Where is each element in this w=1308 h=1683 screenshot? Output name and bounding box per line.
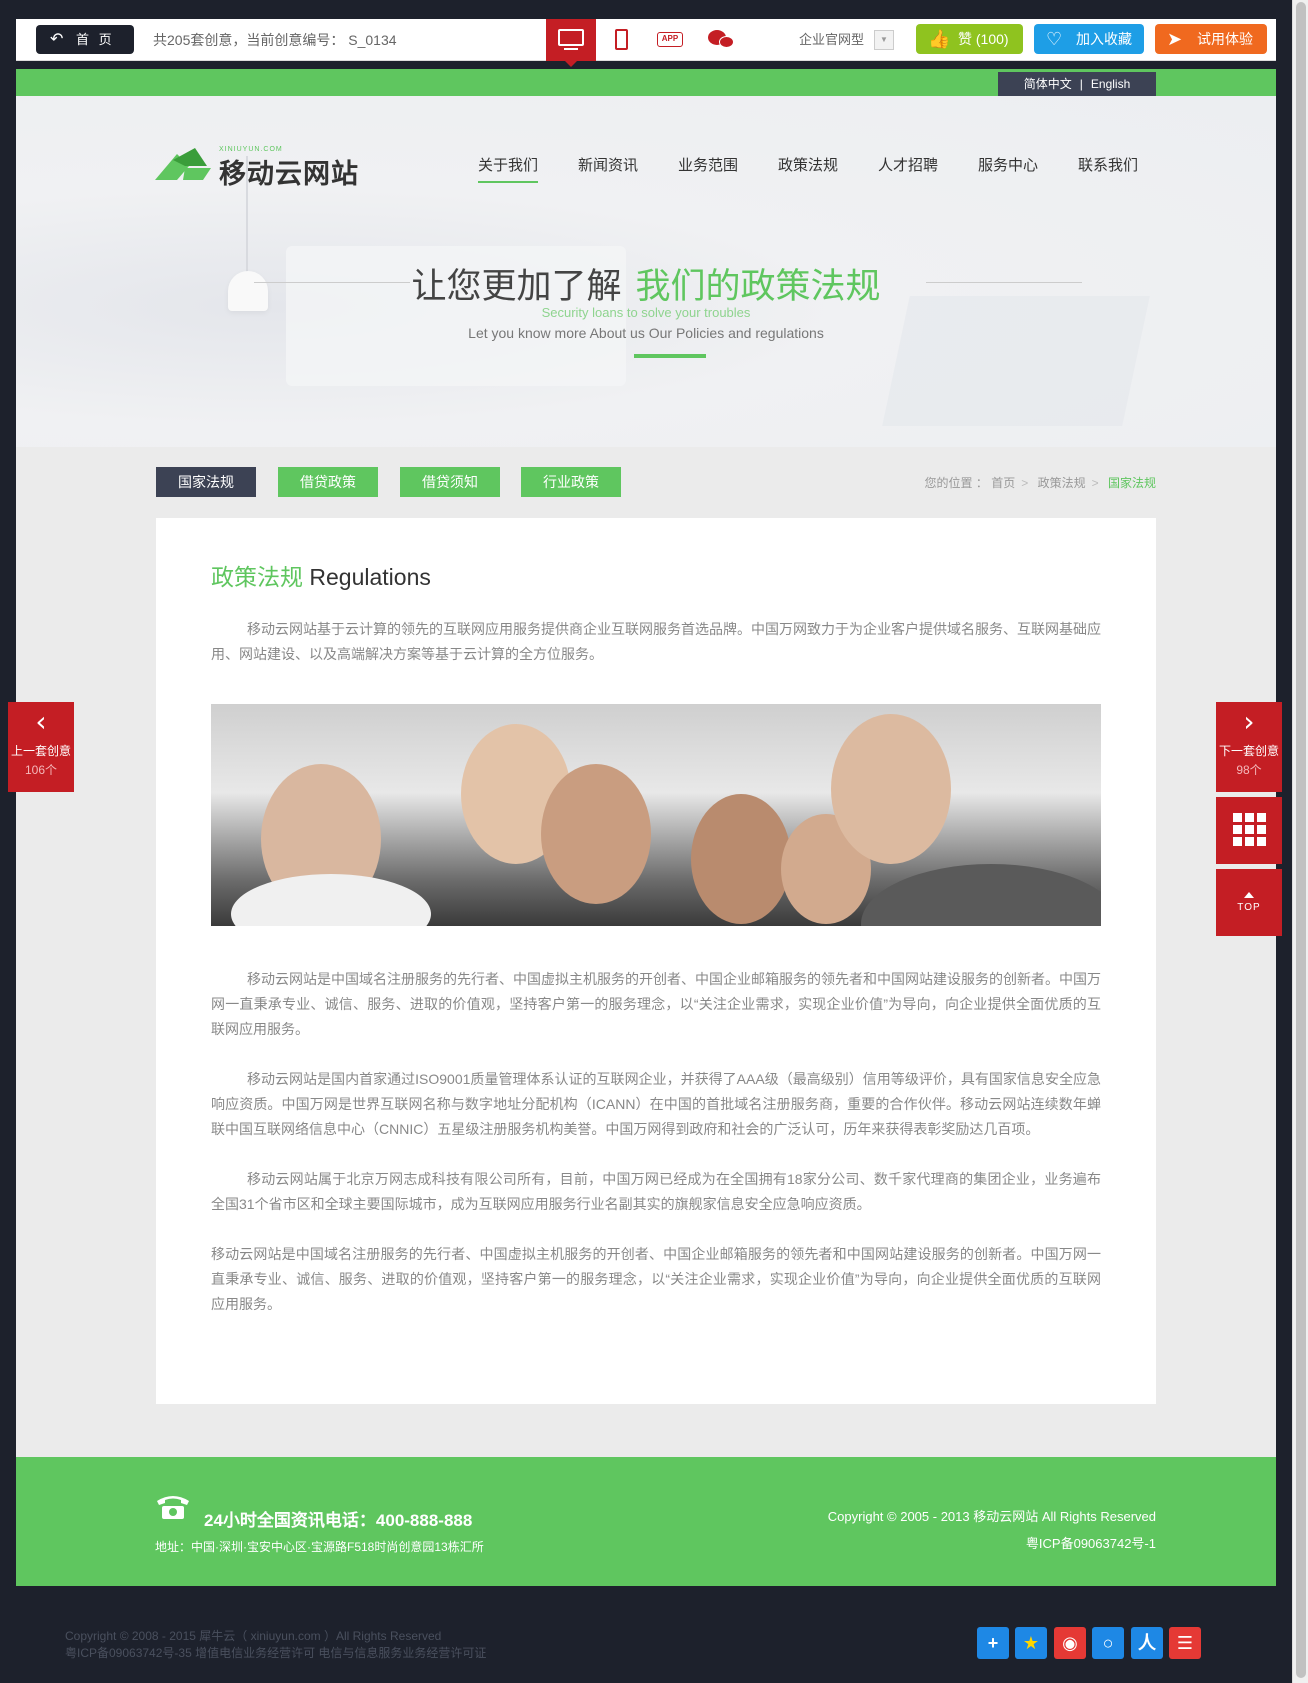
breadcrumb-parent[interactable]: 政策法规 — [1038, 476, 1086, 490]
team-photo — [211, 704, 1101, 926]
nav-item-jobs[interactable]: 人才招聘 — [878, 154, 938, 175]
thumbs-up-icon: 👍 — [928, 29, 951, 49]
page-title: 政策法规 Regulations — [211, 564, 431, 590]
all-themes-button[interactable] — [1216, 797, 1282, 864]
wechat-view-button[interactable] — [696, 19, 746, 61]
top-label: TOP — [1237, 902, 1261, 913]
tab-loan-notice[interactable]: 借贷须知 — [400, 467, 500, 497]
body-paragraph-1: 移动云网站是中国域名注册服务的先行者、中国虚拟主机服务的开创者、中国企业邮箱服务… — [211, 971, 1101, 1037]
site-preview: 简体中文 | English XINIUYUN.COM 移动云网站 关于我们 新闻资… — [16, 69, 1276, 1586]
intro-paragraph: 移动云网站基于云计算的领先的互联网应用服务提供商企业互联网服务首选品牌。中国万网… — [211, 621, 1101, 662]
nav-item-business[interactable]: 业务范围 — [678, 154, 738, 175]
chevron-left-icon: ‹ — [35, 705, 47, 738]
trial-label: 试用体验 — [1197, 31, 1253, 47]
back-arrow-icon: ↶ — [50, 31, 64, 48]
next-count: 98个 — [1236, 763, 1262, 777]
bottom-copyright: Copyright © 2008 - 2015 犀牛云（ xiniuyun.co… — [65, 1629, 487, 1660]
share-weibo-icon[interactable]: ◉ — [1054, 1627, 1086, 1659]
share-plus-icon[interactable]: + — [977, 1627, 1009, 1659]
body-paragraph-3: 移动云网站属于北京万网志成科技有限公司所有，目前，中国万网已经成为在全国拥有18… — [211, 1171, 1101, 1212]
next-label: 下一套创意 — [1218, 744, 1279, 758]
favorite-label: 加入收藏 — [1076, 31, 1132, 47]
share-renren-icon[interactable]: 人 — [1131, 1627, 1163, 1659]
site-footer: 24小时全国资讯电话：400-888-888 地址：中国·深圳·宝安中心区·宝源… — [16, 1457, 1276, 1586]
nav-item-contact[interactable]: 联系我们 — [1078, 154, 1138, 175]
telephone-icon — [157, 1496, 189, 1519]
back-to-top-button[interactable]: TOP — [1216, 869, 1282, 936]
desktop-view-button[interactable] — [546, 19, 596, 67]
nav-item-policy[interactable]: 政策法规 — [778, 154, 838, 175]
lang-english[interactable]: English — [1091, 77, 1130, 91]
tab-national-law[interactable]: 国家法规 — [156, 467, 256, 497]
heart-icon: ♡ — [1046, 29, 1063, 49]
home-button[interactable]: ↶ 首 页 — [36, 25, 134, 54]
content-panel: 政策法规 Regulations 移动云网站基于云计算的领先的互联网应用服务提供… — [156, 518, 1156, 1404]
share-bookmark-icon[interactable]: ☰ — [1169, 1627, 1201, 1659]
demo-toolbar: ↶ 首 页 共205套创意，当前创意编号： S_0134 APP 企业官网型 ▼ … — [16, 19, 1276, 67]
nav-item-service[interactable]: 服务中心 — [978, 154, 1038, 175]
add-favorite-button[interactable]: ♡ 加入收藏 — [1034, 24, 1144, 54]
share-qzone-icon[interactable]: ★ — [1015, 1627, 1047, 1659]
grid-icon — [1233, 813, 1266, 846]
nav-item-about[interactable]: 关于我们 — [478, 154, 539, 183]
nav-item-news[interactable]: 新闻资讯 — [578, 154, 638, 175]
hero-banner: XINIUYUN.COM 移动云网站 关于我们 新闻资讯 业务范围 政策法规 人… — [16, 96, 1276, 447]
logo-name: 移动云网站 — [219, 159, 359, 189]
hero-description: Let you know more About us Our Policies … — [468, 325, 824, 341]
arrow-up-icon — [1244, 892, 1254, 898]
site-logo[interactable]: XINIUYUN.COM 移动云网站 — [155, 146, 365, 189]
tab-loan-policy[interactable]: 借贷政策 — [278, 467, 378, 497]
chevron-down-icon[interactable]: ▼ — [874, 30, 894, 50]
monitor-icon — [558, 29, 584, 46]
lang-chinese[interactable]: 简体中文 — [1024, 77, 1072, 91]
arrow-circle-icon: ➤ — [1167, 29, 1183, 49]
footer-icp[interactable]: 粤ICP备09063742号-1 — [1026, 1533, 1156, 1552]
app-icon: APP — [657, 32, 683, 47]
tab-industry-policy[interactable]: 行业政策 — [521, 467, 621, 497]
body-paragraph-4: 移动云网站是中国域名注册服务的先行者、中国虚拟主机服务的开创者、中国企业邮箱服务… — [211, 1246, 1101, 1312]
trial-button[interactable]: ➤ 试用体验 — [1155, 24, 1267, 54]
hero-accent-bar — [634, 354, 706, 358]
site-type-select[interactable]: 企业官网型 — [799, 19, 864, 61]
hero-subtitle: Security loans to solve your troubles — [541, 305, 751, 320]
body-paragraph-2: 移动云网站是国内首家通过ISO9001质量管理体系认证的互联网企业，并获得了AA… — [211, 1071, 1101, 1137]
scrollbar-thumb[interactable] — [1296, 2, 1306, 1678]
prev-count: 106个 — [24, 763, 58, 777]
logo-mark-icon — [155, 148, 211, 180]
like-button[interactable]: 👍 赞 (100) — [916, 24, 1023, 54]
breadcrumb-current[interactable]: 国家法规 — [1108, 476, 1156, 490]
share-tencent-icon[interactable]: ○ — [1092, 1627, 1124, 1659]
footer-phone: 24小时全国资讯电话：400-888-888 — [204, 1511, 473, 1530]
previous-theme-button[interactable]: ‹ 上一套创意 106个 — [8, 702, 74, 792]
footer-copyright: Copyright © 2005 - 2013 移动云网站 All Rights… — [827, 1509, 1156, 1524]
app-view-button[interactable]: APP — [646, 19, 696, 61]
home-label: 首 页 — [76, 32, 115, 47]
breadcrumb-home[interactable]: 首页 — [991, 476, 1015, 490]
language-switcher: 简体中文 | English — [998, 72, 1156, 96]
demo-info-text: 共205套创意，当前创意编号： S_0134 — [153, 32, 397, 48]
mobile-view-button[interactable] — [596, 19, 646, 61]
chevron-right-icon: › — [1243, 705, 1255, 738]
footer-address: 地址：中国·深圳·宝安中心区·宝源路F518时尚创意园13栋汇所 — [155, 1540, 484, 1554]
like-label: 赞 (100) — [958, 31, 1009, 47]
hero-title: 让您更加了解 我们的政策法规 — [411, 267, 881, 307]
scrollbar[interactable] — [1292, 0, 1308, 1683]
phone-icon — [615, 29, 628, 50]
breadcrumb: 您的位置 ： 首页 > 政策法规 > 国家法规 — [924, 476, 1156, 490]
next-theme-button[interactable]: › 下一套创意 98个 — [1216, 702, 1282, 792]
prev-label: 上一套创意 — [10, 744, 71, 758]
